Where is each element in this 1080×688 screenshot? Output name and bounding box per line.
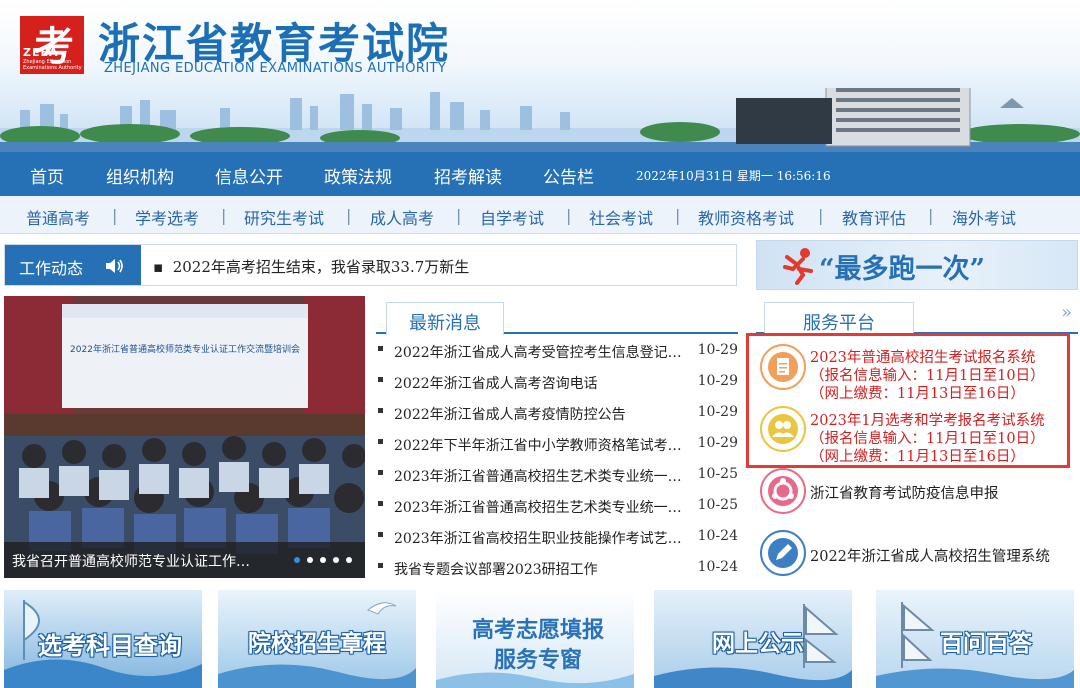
runner-icon	[783, 248, 813, 285]
latest-news-panel: 最新消息 2022年浙江省成人高考受管控考生信息登记… 10-29 2022年浙江…	[376, 296, 738, 584]
news-row[interactable]: 我省专题会议部署2023研招工作 10-24	[376, 554, 738, 585]
news-title[interactable]: 2022年浙江省成人高考疫情防控公告	[394, 404, 690, 424]
subnav-separator: |	[566, 206, 572, 225]
subnav-education-evaluation[interactable]: 教育评估	[842, 205, 906, 229]
carousel-dot[interactable]	[307, 557, 313, 563]
pen-icon[interactable]	[760, 530, 806, 576]
banner-subject-query[interactable]: 选考科目查询	[4, 590, 202, 688]
subnav-gaokao[interactable]: 普通高考	[26, 205, 90, 229]
news-title[interactable]: 2023年浙江省普通高校招生艺术类专业统一…	[394, 497, 690, 517]
nav-bulletin-board[interactable]: 公告栏	[543, 163, 594, 188]
carousel-dot[interactable]	[333, 557, 339, 563]
banner-label: 服务专窗	[494, 648, 583, 673]
logo-subtitle: Zhejiang Education Examinations Authority	[23, 59, 82, 71]
news-date: 10-29	[697, 435, 738, 451]
subnav-separator: |	[346, 206, 352, 225]
news-photo-carousel[interactable]: 2022年浙江省普通高校师范类专业认证工作交流暨培训会 我省召开普通高校师范专业…	[4, 296, 365, 578]
subnav-adult-gaokao[interactable]: 成人高考	[370, 205, 434, 229]
nav-policies[interactable]: 政策法规	[324, 163, 392, 188]
banner-label: 高考志愿填报	[472, 618, 605, 643]
carousel-dot[interactable]	[346, 557, 352, 563]
ticker-label: 工作动态	[5, 245, 141, 285]
subnav-separator: |	[112, 206, 118, 225]
banner-faq[interactable]: 百问百答	[876, 590, 1074, 688]
subnav-separator: |	[456, 206, 462, 225]
news-title[interactable]: 2023年浙江省高校招生职业技能操作考试艺…	[394, 528, 690, 548]
banner-online-publicity[interactable]: 网上公示	[654, 590, 852, 688]
zuiduo-text: “最多跑一次”	[819, 254, 986, 285]
subnav-xuekao-xuankao[interactable]: 学考选考	[135, 205, 199, 229]
news-date: 10-29	[697, 342, 738, 358]
subnav-graduate-exam[interactable]: 研究生考试	[244, 205, 324, 229]
banner-label: 院校招生章程	[248, 631, 386, 657]
city-skyline-illustration	[0, 88, 1080, 152]
subnav-separator: |	[928, 206, 934, 225]
news-title[interactable]: 2022年浙江省成人高考受管控考生信息登记…	[394, 342, 690, 362]
tab-latest-news[interactable]: 最新消息	[386, 302, 504, 335]
more-chevron-icon[interactable]: »	[1061, 302, 1072, 323]
news-row[interactable]: 2022年浙江省成人高考咨询电话 10-29	[376, 368, 738, 399]
banner-admission-charter[interactable]: 院校招生章程	[218, 590, 416, 688]
exam-category-navigation: 普通高考 | 学考选考 | 研究生考试 | 成人高考 | 自学考试 | 社会考试…	[0, 196, 1080, 234]
news-row[interactable]: 2022年浙江省成人高考疫情防控公告 10-29	[376, 399, 738, 430]
news-title[interactable]: 2023年浙江省普通高校招生艺术类专业统一…	[394, 466, 690, 486]
current-datetime: 2022年10月31日 星期一 16:56:16	[636, 169, 831, 183]
news-title[interactable]: 我省专题会议部署2023研招工作	[394, 559, 690, 579]
service-adult-admission-system-link[interactable]: 2022年浙江省成人高校招生管理系统	[810, 545, 1050, 566]
subnav-separator: |	[818, 206, 824, 225]
news-date: 10-29	[697, 373, 738, 389]
banner-label: 选考科目查询	[38, 632, 182, 660]
subnav-teacher-qualification[interactable]: 教师资格考试	[698, 205, 794, 229]
news-tab-bar: 最新消息	[376, 296, 738, 335]
carousel-dot-active[interactable]	[294, 557, 300, 563]
main-navigation: 首页 组织机构 信息公开 政策法规 招考解读 公告栏 2022年10月31日 星…	[0, 152, 1080, 196]
news-row[interactable]: 2022年浙江省成人高考受管控考生信息登记… 10-29	[376, 337, 738, 368]
news-date: 10-24	[697, 559, 738, 575]
ticker-headline[interactable]: ▪ 2022年高考招生结束，我省录取33.7万新生	[153, 256, 469, 277]
highlight-annotation-box	[746, 333, 1070, 468]
news-title[interactable]: 2022年下半年浙江省中小学教师资格笔试考…	[394, 435, 690, 455]
subnav-self-study-exam[interactable]: 自学考试	[480, 205, 544, 229]
news-title[interactable]: 2022年浙江省成人高考咨询电话	[394, 373, 690, 393]
speaker-icon	[106, 259, 123, 273]
news-row[interactable]: 2023年浙江省普通高校招生艺术类专业统一… 10-25	[376, 492, 738, 523]
service-epidemic-report-link[interactable]: 浙江省教育考试防疫信息申报	[810, 482, 999, 503]
subnav-social-exam[interactable]: 社会考试	[589, 205, 653, 229]
work-news-ticker: 工作动态 ▪ 2022年高考招生结束，我省录取33.7万新生	[4, 244, 737, 286]
tab-service-platform[interactable]: 服务平台	[764, 302, 914, 335]
banner-label: 百问百答	[940, 631, 1032, 657]
nav-info-disclosure[interactable]: 信息公开	[215, 163, 283, 188]
banner-label: 网上公示	[712, 631, 804, 657]
subnav-separator: |	[221, 206, 227, 225]
nav-home[interactable]: 首页	[30, 163, 64, 188]
banner-volunteer-service[interactable]: 高考志愿填报 服务专窗	[436, 590, 634, 688]
service-tab-bar: 服务平台 »	[756, 296, 1078, 335]
health-shield-icon[interactable]	[760, 468, 806, 514]
zeea-logo[interactable]: 考 ZEEA Zhejiang Education Examinations Au…	[20, 16, 84, 74]
news-row[interactable]: 2023年浙江省普通高校招生艺术类专业统一… 10-25	[376, 461, 738, 492]
subnav-separator: |	[675, 206, 681, 225]
carousel-dot[interactable]	[320, 557, 326, 563]
slide-title: 2022年浙江省普通高校师范类专业认证工作交流暨培训会	[70, 343, 300, 355]
site-title-english: ZHEJIANG EDUCATION EXAMINATIONS AUTHORIT…	[104, 61, 447, 76]
subnav-overseas-exam[interactable]: 海外考试	[952, 205, 1016, 229]
news-date: 10-25	[697, 466, 738, 482]
logo-zeea-text: ZEEA	[23, 46, 59, 59]
site-header: 考 ZEEA Zhejiang Education Examinations Au…	[0, 0, 1080, 152]
meeting-photo: 2022年浙江省普通高校师范类专业认证工作交流暨培训会	[4, 296, 365, 578]
news-row[interactable]: 2022年下半年浙江省中小学教师资格笔试考… 10-29	[376, 430, 738, 461]
nav-organization[interactable]: 组织机构	[106, 163, 174, 188]
news-date: 10-29	[697, 404, 738, 420]
nav-admission-interpretation[interactable]: 招考解读	[434, 163, 502, 188]
zuiduo-paoyici-banner[interactable]: “最多跑一次”	[756, 240, 1078, 290]
news-row[interactable]: 2023年浙江省高校招生职业技能操作考试艺… 10-24	[376, 523, 738, 554]
news-date: 10-24	[697, 528, 738, 544]
news-date: 10-25	[697, 497, 738, 513]
